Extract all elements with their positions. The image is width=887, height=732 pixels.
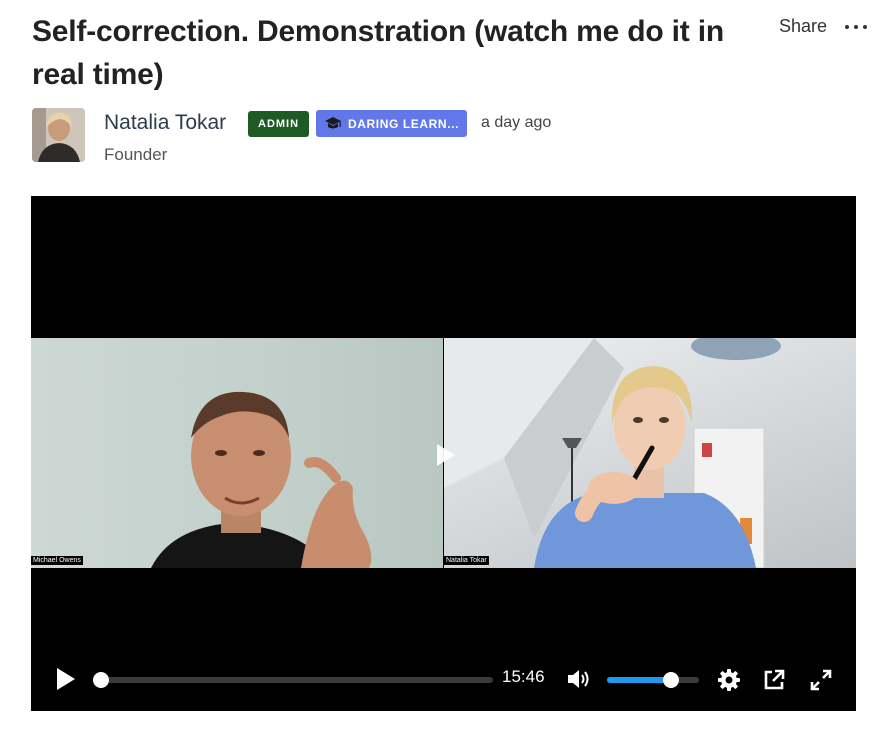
- video-frame-right: Natalia Tokar: [444, 338, 856, 568]
- avatar-photo: [32, 108, 85, 162]
- share-button[interactable]: Share: [779, 16, 827, 37]
- participant-name-tag-left: Michael Owens: [31, 556, 83, 565]
- post-timestamp: a day ago: [481, 114, 552, 131]
- post-title: Self-correction. Demonstration (watch me…: [32, 15, 724, 91]
- author-name[interactable]: Natalia Tokar: [104, 111, 226, 135]
- video-controls: 15:46: [31, 649, 856, 711]
- progress-bar[interactable]: [93, 672, 493, 688]
- participant-right-image: [444, 338, 781, 568]
- play-icon[interactable]: [55, 666, 77, 692]
- progress-handle[interactable]: [93, 672, 109, 688]
- video-frame-left: Michael Owens: [31, 338, 443, 568]
- volume-handle[interactable]: [663, 672, 680, 688]
- center-play-icon[interactable]: [435, 442, 457, 468]
- author-role: Founder: [104, 145, 168, 164]
- more-options-icon[interactable]: [845, 17, 867, 37]
- video-player[interactable]: Michael Owens Natalia Tokar 15:46: [31, 196, 856, 711]
- volume-icon[interactable]: [566, 668, 592, 690]
- graduation-cap-icon: [325, 116, 341, 128]
- volume-slider[interactable]: [607, 672, 699, 688]
- external-link-icon[interactable]: [762, 668, 786, 692]
- admin-badge: ADMIN: [248, 111, 310, 137]
- video-duration: 15:46: [502, 667, 545, 686]
- participant-left-image: [151, 391, 372, 568]
- participant-name-tag-right: Natalia Tokar: [444, 556, 489, 565]
- volume-level: [607, 677, 672, 683]
- group-badge-label: DARING LEARN...: [348, 116, 459, 131]
- fullscreen-icon[interactable]: [809, 668, 833, 692]
- post-actions: Share: [779, 16, 867, 37]
- settings-icon[interactable]: [717, 668, 741, 692]
- avatar[interactable]: [32, 108, 85, 162]
- group-badge[interactable]: DARING LEARN...: [316, 110, 467, 137]
